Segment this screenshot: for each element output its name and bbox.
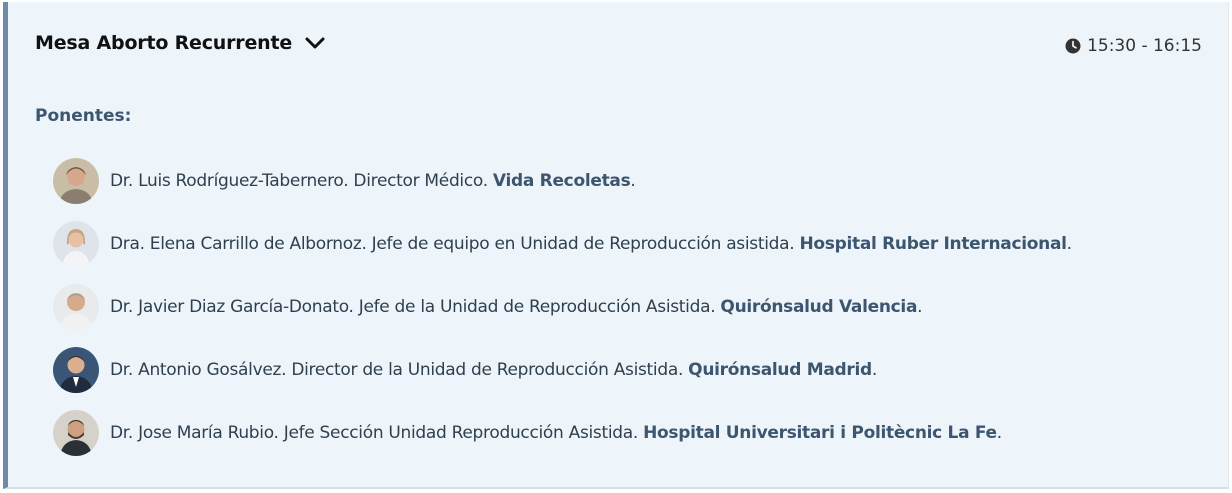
speaker-list: Dr. Luis Rodríguez-Tabernero. Director M…: [53, 149, 1072, 464]
speaker-description: Dr. Jose María Rubio. Jefe Sección Unida…: [110, 422, 638, 443]
speaker-text: Dra. Elena Carrillo de Albornoz. Jefe de…: [110, 234, 1072, 254]
speaker-item: Dr. Antonio Gosálvez. Director de la Uni…: [53, 338, 1072, 401]
session-time: 15:30 - 16:15: [1065, 36, 1202, 56]
speaker-text: Dr. Luis Rodríguez-Tabernero. Director M…: [110, 171, 636, 191]
speaker-text: Dr. Antonio Gosálvez. Director de la Uni…: [110, 360, 877, 380]
avatar: [53, 283, 99, 330]
time-range: 15:30 - 16:15: [1087, 36, 1202, 56]
speaker-item: Dr. Luis Rodríguez-Tabernero. Director M…: [53, 149, 1072, 212]
avatar: [53, 220, 99, 267]
speaker-item: Dr. Jose María Rubio. Jefe Sección Unida…: [53, 401, 1072, 464]
speaker-organization: Hospital Universitari i Politècnic La Fe: [643, 422, 997, 443]
speaker-suffix: .: [917, 296, 923, 317]
speaker-organization: Vida Recoletas: [492, 170, 631, 191]
speaker-organization: Hospital Ruber Internacional: [799, 233, 1067, 254]
speaker-description: Dr. Antonio Gosálvez. Director de la Uni…: [110, 359, 684, 380]
avatar: [53, 157, 99, 204]
speakers-heading: Ponentes:: [35, 106, 132, 126]
avatar: [53, 409, 99, 456]
speaker-description: Dra. Elena Carrillo de Albornoz. Jefe de…: [110, 233, 795, 254]
speaker-description: Dr. Javier Diaz García-Donato. Jefe de l…: [110, 296, 716, 317]
speaker-text: Dr. Javier Diaz García-Donato. Jefe de l…: [110, 296, 923, 317]
speaker-suffix: .: [630, 170, 636, 191]
session-toggle[interactable]: Mesa Aborto Recurrente: [35, 32, 326, 54]
speaker-description: Dr. Luis Rodríguez-Tabernero. Director M…: [110, 170, 488, 191]
speaker-suffix: .: [871, 359, 877, 380]
speaker-text: Dr. Jose María Rubio. Jefe Sección Unida…: [110, 423, 1002, 443]
avatar: [53, 346, 99, 393]
chevron-down-icon[interactable]: [304, 32, 326, 54]
speaker-suffix: .: [996, 422, 1002, 443]
speaker-item: Dra. Elena Carrillo de Albornoz. Jefe de…: [53, 212, 1072, 275]
speaker-item: Dr. Javier Diaz García-Donato. Jefe de l…: [53, 275, 1072, 338]
speaker-organization: Quirónsalud Valencia: [720, 296, 918, 317]
speaker-suffix: .: [1066, 233, 1072, 254]
session-header: Mesa Aborto Recurrente 15:30 - 16:15: [8, 2, 1228, 90]
session-card: Mesa Aborto Recurrente 15:30 - 16:15 Pon…: [3, 2, 1229, 489]
clock-icon: [1065, 38, 1081, 54]
speaker-organization: Quirónsalud Madrid: [688, 359, 872, 380]
session-title[interactable]: Mesa Aborto Recurrente: [35, 32, 292, 54]
